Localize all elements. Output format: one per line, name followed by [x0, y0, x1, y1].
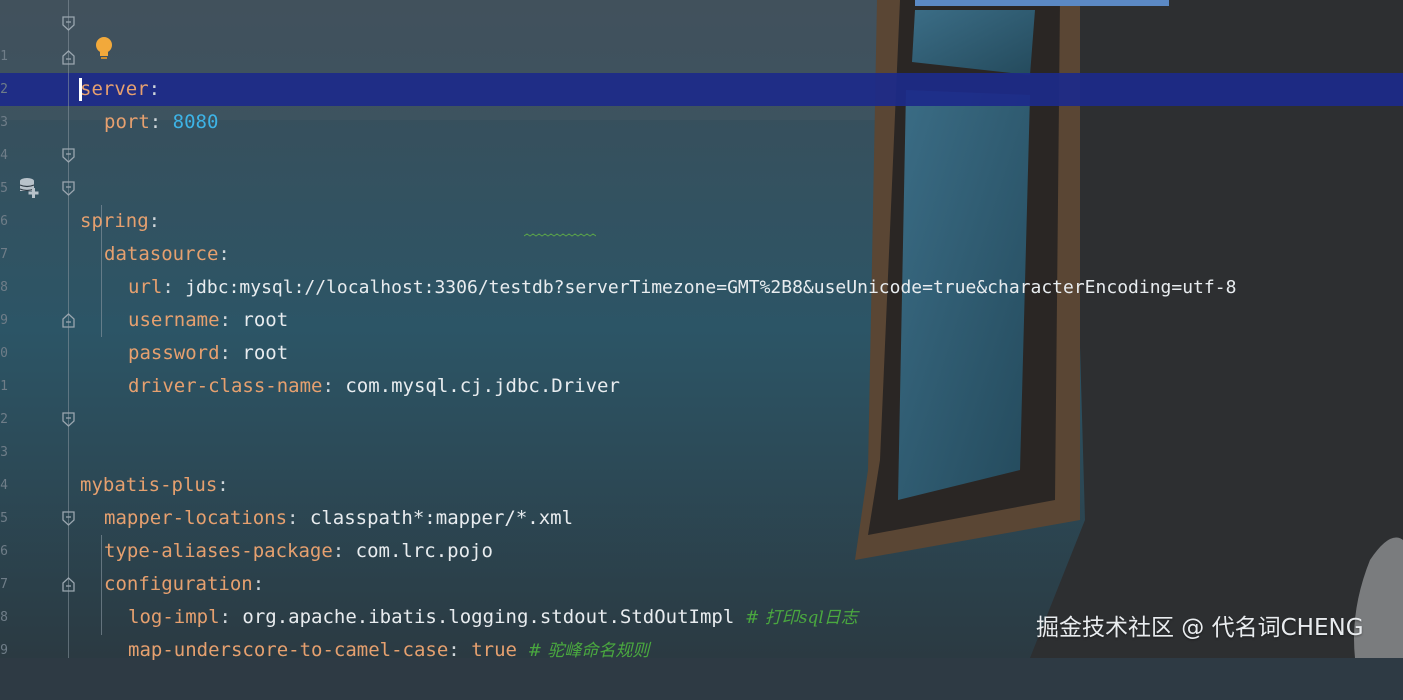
code-line[interactable]: 1 — [0, 337, 1403, 394]
code-line[interactable]: 3 — [0, 73, 1403, 130]
code-line[interactable]: 6 datasource: — [0, 172, 1403, 265]
text-caret — [79, 78, 82, 101]
code-line[interactable]: 1 server: — [0, 7, 1403, 100]
database-add-icon[interactable] — [18, 177, 40, 199]
fold-end-icon[interactable] — [62, 50, 75, 65]
code-line[interactable]: 0 driver-class-name: com.mysql.cj.jdbc.D… — [0, 304, 1403, 397]
fold-icon[interactable] — [62, 181, 75, 196]
code-line[interactable]: 5 type-aliases-package: com.lrc.pojo — [0, 469, 1403, 562]
fold-icon[interactable] — [62, 511, 75, 526]
code-line[interactable]: 8 username: root — [0, 238, 1403, 331]
fold-icon[interactable] — [62, 16, 75, 31]
code-line[interactable]: 4 mapper-locations: classpath*:mapper/*.… — [0, 436, 1403, 529]
yaml-comment: # 驼峰命名规则 — [516, 641, 650, 661]
fold-icon[interactable] — [62, 148, 75, 163]
code-line[interactable]: 2 port: 8080 — [0, 40, 1403, 133]
code-line[interactable]: 5 spring: — [0, 139, 1403, 232]
line-number: 9 — [0, 643, 8, 658]
code-line[interactable]: 2 — [0, 370, 1403, 427]
code-line[interactable]: 6 configuration: — [0, 502, 1403, 595]
code-line[interactable]: 4 — [0, 106, 1403, 163]
watermark: 掘金技术社区 @ 代名词CHENG — [1036, 615, 1364, 641]
code-line[interactable]: 7 url: jdbc:mysql://localhost:3306/testd… — [0, 205, 1403, 298]
code-line[interactable]: 8 map-underscore-to-camel-case: true # 驼… — [0, 568, 1403, 661]
code-line[interactable]: 9 password: root — [0, 271, 1403, 364]
code-line[interactable]: 7 log-impl: org.apache.ibatis.logging.st… — [0, 535, 1403, 628]
spellcheck-underline — [524, 233, 596, 237]
code-editor[interactable]: 1 server: 2 port: 8080 3 4 5 spring: 6 d… — [0, 0, 1403, 661]
fold-icon[interactable] — [62, 412, 75, 427]
lightbulb-icon[interactable] — [94, 36, 114, 62]
code-line[interactable]: 3 mybatis-plus: — [0, 403, 1403, 496]
fold-end-icon[interactable] — [62, 577, 75, 592]
fold-end-icon[interactable] — [62, 313, 75, 328]
